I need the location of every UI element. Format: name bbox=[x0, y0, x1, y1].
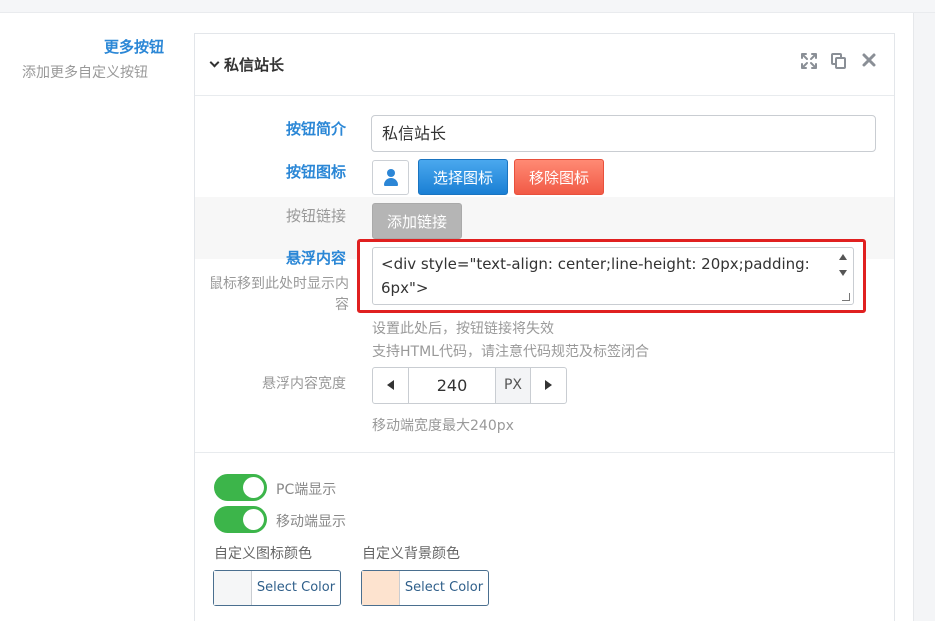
choose-icon-button[interactable]: 选择图标 bbox=[418, 159, 508, 195]
icon-preview-button[interactable] bbox=[372, 160, 409, 195]
bg-color-swatch[interactable] bbox=[362, 571, 400, 605]
user-icon-head bbox=[387, 169, 395, 177]
toggle-knob bbox=[243, 509, 264, 530]
copy-icon-front bbox=[835, 57, 846, 69]
hover-help-2: 支持HTML代码，请注意代码规范及标签闭合 bbox=[372, 344, 649, 360]
add-link-button[interactable]: 添加链接 bbox=[372, 203, 462, 239]
caret-left-icon bbox=[387, 380, 394, 390]
panel-tools bbox=[800, 52, 878, 70]
pc-display-label: PC端显示 bbox=[276, 482, 337, 498]
icon-label: 按钮图标 bbox=[285, 163, 346, 181]
divider bbox=[195, 452, 894, 453]
user-icon bbox=[384, 169, 398, 186]
intro-label: 按钮简介 bbox=[285, 120, 346, 138]
hover-content-text: <div style="text-align: center;line-heig… bbox=[381, 255, 810, 297]
panel-title: 私信站长 bbox=[224, 56, 285, 74]
mobile-display-toggle[interactable] bbox=[214, 506, 267, 533]
icon-color-picker[interactable]: Select Color bbox=[213, 570, 341, 606]
mobile-display-label: 移动端显示 bbox=[276, 514, 346, 530]
increase-button[interactable] bbox=[530, 368, 566, 403]
width-unit: PX bbox=[495, 368, 530, 403]
intro-input[interactable]: 私信站长 bbox=[371, 115, 876, 152]
close-icon[interactable] bbox=[860, 52, 878, 70]
width-help: 移动端宽度最大240px bbox=[372, 418, 514, 434]
scroll-down-icon[interactable] bbox=[839, 270, 847, 276]
width-stepper[interactable]: 240 PX bbox=[372, 367, 567, 404]
hover-label: 悬浮内容 bbox=[285, 249, 346, 267]
chevron-down-icon[interactable] bbox=[209, 57, 220, 67]
remove-icon-button[interactable]: 移除图标 bbox=[514, 159, 604, 195]
panel-header[interactable]: 私信站长 bbox=[195, 34, 894, 96]
width-label: 悬浮内容宽度 bbox=[262, 376, 346, 392]
top-bar bbox=[0, 0, 935, 13]
width-value[interactable]: 240 bbox=[409, 368, 495, 403]
expand-icon[interactable] bbox=[800, 52, 818, 70]
section-title: 更多按钮 bbox=[104, 38, 165, 56]
hover-hint: 鼠标移到此处时显示内容 bbox=[209, 276, 349, 313]
copy-icon[interactable] bbox=[830, 52, 848, 70]
icon-color-swatch[interactable] bbox=[214, 571, 252, 605]
icon-select-color[interactable]: Select Color bbox=[252, 571, 340, 605]
decrease-button[interactable] bbox=[373, 368, 409, 403]
section-subtitle: 添加更多自定义按钮 bbox=[22, 65, 148, 81]
scroll-up-icon[interactable] bbox=[839, 254, 847, 260]
link-label: 按钮链接 bbox=[285, 207, 346, 225]
page-scrollbar[interactable] bbox=[913, 13, 935, 621]
pc-display-toggle[interactable] bbox=[214, 474, 267, 501]
resize-handle-icon[interactable] bbox=[842, 293, 850, 301]
highlight-box: <div style="text-align: center;line-heig… bbox=[357, 239, 866, 313]
expand-icon-svg bbox=[801, 53, 817, 69]
caret-right-icon bbox=[545, 380, 552, 390]
toggle-knob bbox=[243, 477, 264, 498]
button-panel: 私信站长 按钮简介 私信站长 按钮图标 选择图标 移除图标 按钮链接 添加链接 … bbox=[194, 33, 895, 621]
user-icon-body bbox=[384, 178, 398, 186]
hover-content-textarea[interactable]: <div style="text-align: center;line-heig… bbox=[372, 247, 854, 305]
bg-color-picker[interactable]: Select Color bbox=[361, 570, 489, 606]
hover-help-1: 设置此处后，按钮链接将失效 bbox=[372, 321, 554, 337]
icon-color-label: 自定义图标颜色 bbox=[214, 546, 312, 562]
panel-title-group[interactable]: 私信站长 bbox=[209, 54, 285, 75]
bg-select-color[interactable]: Select Color bbox=[400, 571, 488, 605]
bg-color-label: 自定义背景颜色 bbox=[362, 546, 460, 562]
close-icon-svg bbox=[862, 53, 876, 67]
